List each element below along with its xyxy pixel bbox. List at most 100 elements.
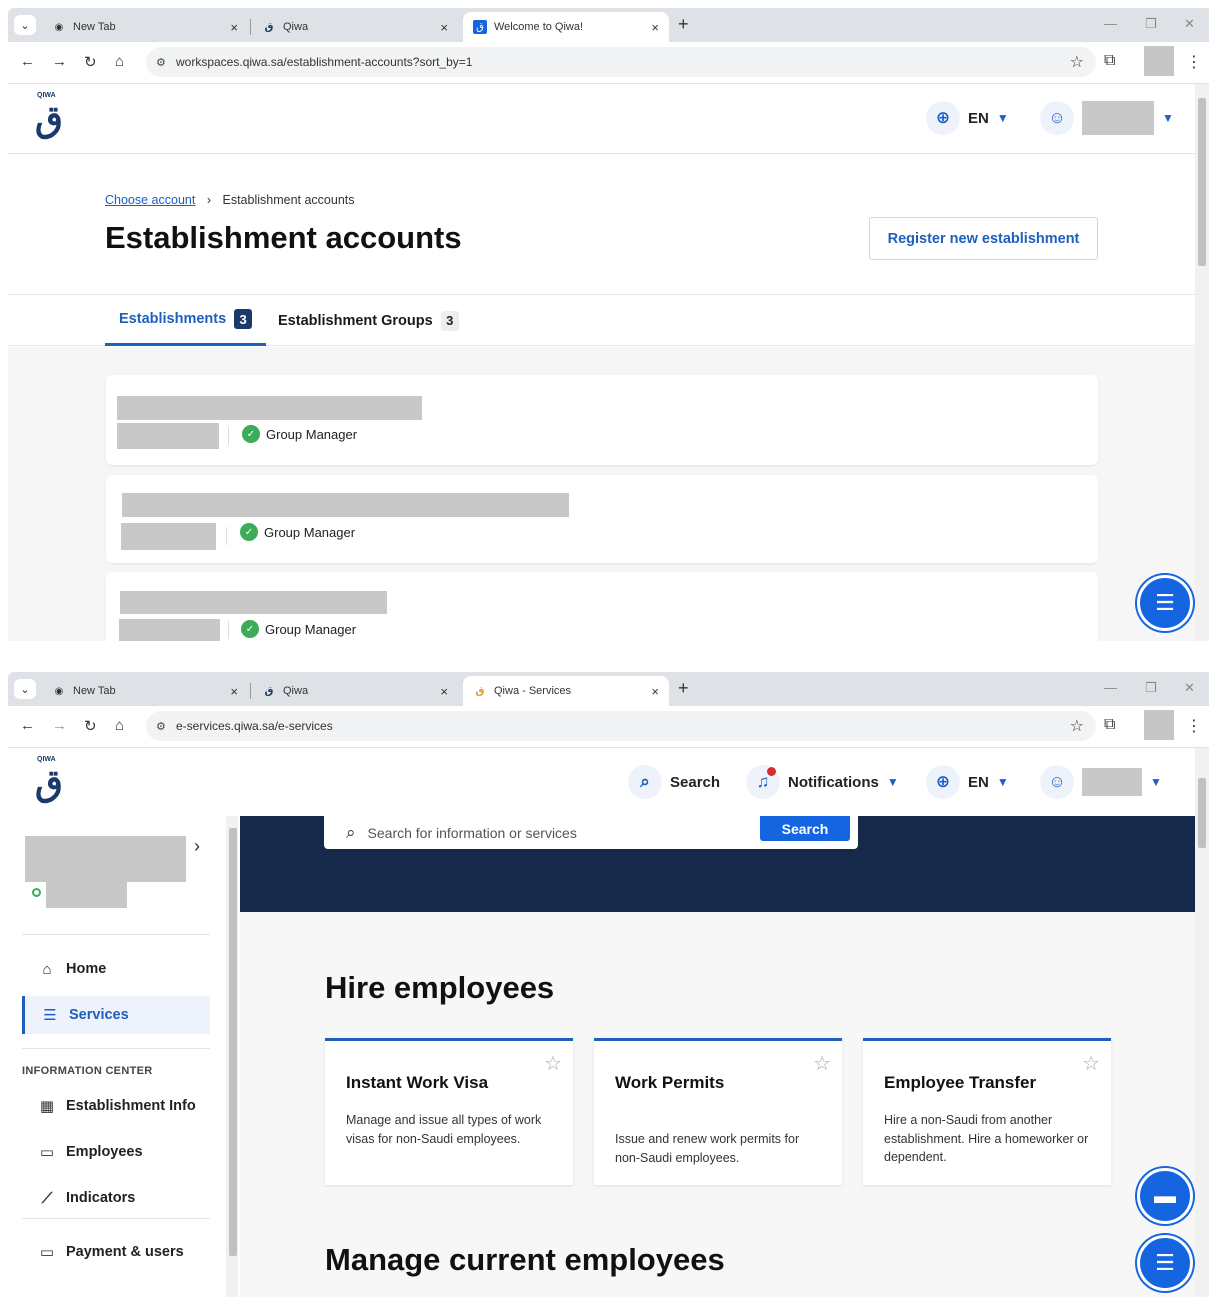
language-switcher[interactable]: ⊕ EN ▼: [926, 764, 1009, 800]
accessibility-settings-button[interactable]: ☰: [1137, 1235, 1193, 1291]
search-button[interactable]: Search: [760, 816, 850, 841]
user-menu[interactable]: ☺ ▼: [1040, 764, 1162, 800]
forward-icon[interactable]: →: [52, 53, 67, 70]
home-icon[interactable]: ⌂: [115, 53, 124, 70]
sidebar-item-home[interactable]: ⌂ Home: [22, 950, 210, 988]
close-tab-icon[interactable]: ×: [440, 20, 448, 35]
sidebar-item-employees[interactable]: ▭ Employees: [22, 1133, 210, 1171]
browser-tab-qiwa[interactable]: ق Qiwa ×: [252, 676, 458, 706]
establishment-card[interactable]: ✓ Group Manager: [106, 375, 1098, 465]
extensions-icon[interactable]: ⧉: [1104, 716, 1115, 734]
star-icon[interactable]: ☆: [1082, 1051, 1100, 1076]
service-card-work-permits[interactable]: ☆ Work Permits Issue and renew work perm…: [594, 1038, 842, 1185]
establishment-card[interactable]: ✓ Group Manager: [106, 572, 1098, 641]
search-icon: ⌕: [346, 822, 356, 842]
building-icon: ▦: [39, 1098, 55, 1115]
scrollbar-thumb[interactable]: [229, 828, 237, 1256]
star-icon[interactable]: ☆: [544, 1051, 562, 1076]
close-tab-icon[interactable]: ×: [440, 684, 448, 699]
tab-title: Qiwa: [283, 21, 309, 33]
forward-icon[interactable]: →: [52, 717, 67, 734]
qiwa-favicon: ق: [473, 20, 487, 34]
restore-icon[interactable]: ❐: [1145, 16, 1157, 32]
browser-tab-new-tab[interactable]: ◉ New Tab ×: [42, 676, 248, 706]
menu-icon[interactable]: ⋮: [1186, 52, 1202, 72]
breadcrumb-link-choose-account[interactable]: Choose account: [105, 193, 195, 207]
establishment-card[interactable]: ✓ Group Manager: [106, 475, 1098, 563]
chevron-down-icon: ▼: [886, 775, 899, 789]
browser-tab-welcome[interactable]: ق Welcome to Qiwa! ×: [463, 12, 669, 42]
extensions-icon[interactable]: ⧉: [1104, 52, 1115, 70]
establishment-id-redacted: [46, 882, 127, 908]
user-menu[interactable]: ☺ ▼: [1040, 100, 1174, 136]
reload-icon[interactable]: ↻: [84, 717, 97, 735]
browser-tab-services[interactable]: ق Qiwa - Services ×: [463, 676, 669, 706]
menu-icon[interactable]: ⋮: [1186, 716, 1202, 736]
sidebar-item-indicators[interactable]: ⟋ Indicators: [22, 1179, 210, 1217]
chevron-down-icon: ▼: [1162, 111, 1174, 125]
back-icon[interactable]: ←: [20, 717, 35, 734]
register-establishment-button[interactable]: Register new establishment: [869, 217, 1098, 260]
tab-strip: ⌄ ◉ New Tab × ق Qiwa × ق Qiwa - Services…: [8, 672, 1209, 706]
close-tab-icon[interactable]: ×: [651, 684, 659, 699]
close-window-icon[interactable]: ✕: [1184, 680, 1195, 696]
site-settings-icon[interactable]: ⚙: [156, 56, 166, 69]
language-switcher[interactable]: ⊕ EN ▼: [926, 100, 1009, 136]
address-bar[interactable]: ⚙ workspaces.qiwa.sa/establishment-accou…: [146, 47, 1096, 77]
site-settings-icon[interactable]: ⚙: [156, 720, 166, 733]
tab-search-icon[interactable]: ⌄: [14, 15, 36, 35]
minimize-icon[interactable]: —: [1104, 16, 1117, 31]
site-header: QIWA ق ⌕ Search ♫ Notifications ▼ ⊕ EN ▼…: [8, 748, 1196, 816]
service-card-employee-transfer[interactable]: ☆ Employee Transfer Hire a non-Saudi fro…: [863, 1038, 1111, 1185]
bookmark-star-icon[interactable]: ☆: [1070, 52, 1084, 72]
new-tab-icon[interactable]: +: [678, 678, 689, 699]
notifications-button[interactable]: ♫ Notifications ▼: [746, 764, 899, 800]
bookmark-star-icon[interactable]: ☆: [1070, 716, 1084, 736]
back-icon[interactable]: ←: [20, 53, 35, 70]
address-bar[interactable]: ⚙ e-services.qiwa.sa/e-services ☆: [146, 711, 1096, 741]
divider: [22, 1048, 210, 1049]
divider: [22, 934, 210, 935]
close-tab-icon[interactable]: ×: [230, 684, 238, 699]
close-window-icon[interactable]: ✕: [1184, 16, 1195, 32]
header-search-button[interactable]: ⌕ Search: [628, 764, 720, 800]
tab-search-icon[interactable]: ⌄: [14, 679, 36, 699]
chat-button[interactable]: ▬: [1137, 1168, 1193, 1224]
service-description: Hire a non-Saudi from another establishm…: [884, 1113, 1089, 1164]
sidebar-item-payment-users[interactable]: ▭ Payment & users: [22, 1233, 210, 1271]
card-icon: ▭: [39, 1244, 55, 1261]
search-input[interactable]: Search for information or services: [368, 825, 577, 841]
sidebar-item-label: Home: [66, 961, 107, 977]
role-text: Group Manager: [266, 426, 358, 442]
close-tab-icon[interactable]: ×: [230, 20, 238, 35]
minimize-icon[interactable]: —: [1104, 680, 1117, 695]
scrollbar-thumb[interactable]: [1198, 778, 1206, 848]
browser-tab-new-tab[interactable]: ◉ New Tab ×: [42, 12, 248, 42]
chevron-right-icon[interactable]: ›: [194, 836, 200, 857]
browser-tab-qiwa[interactable]: ق Qiwa ×: [252, 12, 458, 42]
profile-avatar[interactable]: [1144, 46, 1174, 76]
sidebar: › ⌂ Home ☰ Services INFORMATION CENTER ▦…: [8, 816, 226, 1297]
reload-icon[interactable]: ↻: [84, 53, 97, 71]
home-icon[interactable]: ⌂: [115, 717, 124, 734]
close-tab-icon[interactable]: ×: [651, 20, 659, 35]
page-scrollbar[interactable]: [1195, 84, 1209, 641]
service-title: Employee Transfer: [884, 1073, 1037, 1092]
service-card-instant-work-visa[interactable]: ☆ Instant Work Visa Manage and issue all…: [325, 1038, 573, 1185]
establishment-id-redacted: [117, 423, 219, 449]
star-icon[interactable]: ☆: [813, 1051, 831, 1076]
globe-icon: ⊕: [926, 765, 960, 799]
sidebar-scrollbar[interactable]: [226, 816, 238, 1297]
new-tab-icon[interactable]: +: [678, 14, 689, 35]
tab-establishments[interactable]: Establishments 3: [105, 295, 267, 346]
qiwa-logo[interactable]: QIWA ق: [35, 756, 97, 808]
restore-icon[interactable]: ❐: [1145, 680, 1157, 696]
sidebar-item-establishment-info[interactable]: ▦ Establishment Info: [22, 1087, 210, 1125]
scrollbar-thumb[interactable]: [1198, 98, 1206, 266]
profile-avatar[interactable]: [1144, 710, 1174, 740]
tab-establishment-groups[interactable]: Establishment Groups 3: [278, 295, 459, 346]
page-scrollbar[interactable]: [1195, 748, 1209, 1297]
accessibility-settings-button[interactable]: ☰: [1137, 575, 1193, 631]
qiwa-logo[interactable]: QIWA ق: [35, 92, 97, 144]
sidebar-item-services[interactable]: ☰ Services: [22, 996, 210, 1034]
